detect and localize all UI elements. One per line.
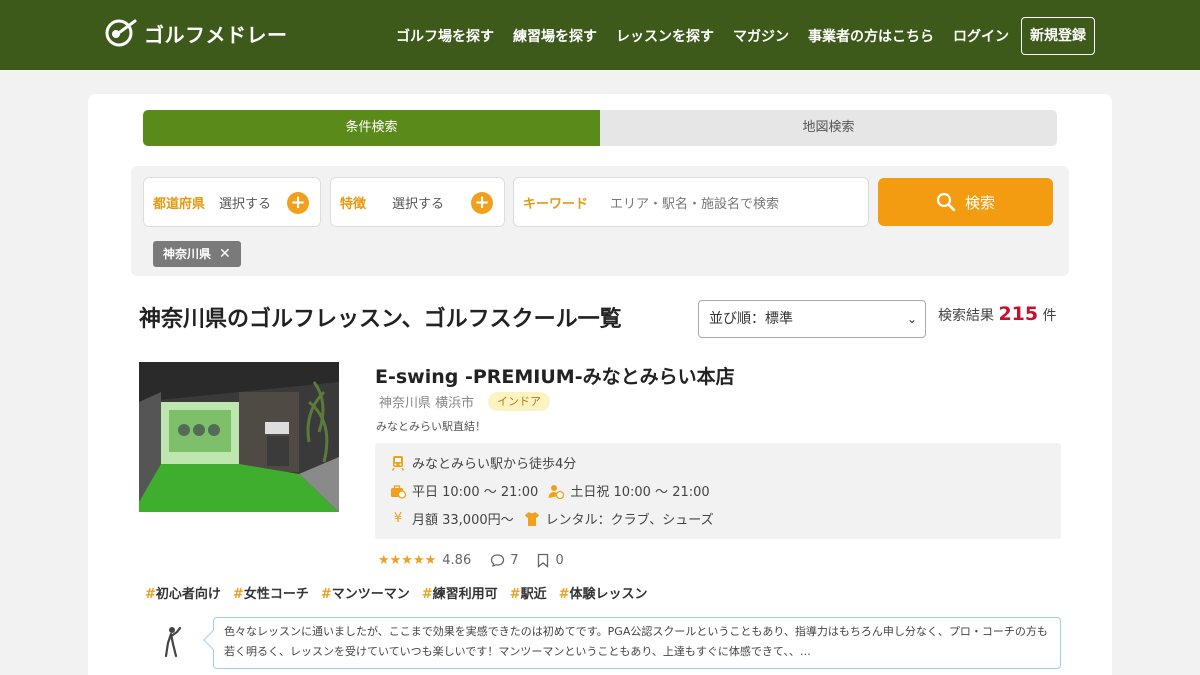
holiday-hours: 土日祝 10:00 〜 21:00 (570, 485, 710, 500)
result-count: 検索結果 215 件 (938, 303, 1057, 325)
user-clock-icon (548, 484, 565, 499)
feature-value: 選択する (392, 196, 445, 212)
chip-label: 神奈川県 (163, 247, 212, 261)
golfer-icon (164, 626, 182, 658)
feature-selector[interactable]: 特徴 選択する + (330, 177, 505, 227)
nav-driving-range[interactable]: 練習場を探す (513, 26, 597, 46)
keyword-field[interactable]: キーワード エリア・駅名・施設名で検索 (513, 177, 869, 227)
review-excerpt[interactable]: 色々なレッスンに通いましたが、ここまで効果を実感できたのは初めてです。PGA公認… (213, 617, 1061, 669)
tab-condition-search[interactable]: 条件検索 (143, 110, 600, 146)
chevron-down-icon: ⌄ (906, 312, 917, 326)
access-row: みなとみらい駅から徒歩4分 (390, 453, 576, 472)
golf-logo-icon (104, 18, 138, 48)
comment-count: 7 (510, 553, 519, 568)
feature-label: 特徴 (340, 196, 367, 212)
keyword-input[interactable]: エリア・駅名・施設名で検索 (610, 193, 779, 212)
tag-practice-available[interactable]: #練習利用可 (422, 583, 498, 602)
comment-icon (491, 554, 505, 568)
site-logo[interactable]: ゴルフメドレー (104, 17, 288, 49)
price-text: 月額 33,000円〜 (412, 513, 514, 528)
nav-business[interactable]: 事業者の方はこちら (808, 26, 934, 46)
selected-prefecture-chip: 神奈川県 ✕ (153, 241, 241, 267)
facility-catchphrase: みなとみらい駅直結！ (376, 420, 486, 433)
review-meta: ★★★★★ 4.86 7 0 (378, 553, 564, 568)
prefecture-selector[interactable]: 都道府県 選択する + (143, 177, 321, 227)
facility-photo[interactable] (139, 362, 339, 512)
feature-tags: #初心者向け #女性コーチ #マンツーマン #練習利用可 #駅近 #体験レッスン (145, 583, 660, 602)
tag-female-coach[interactable]: #女性コーチ (233, 583, 309, 602)
facility-location: 神奈川県 横浜市 (379, 396, 475, 411)
close-icon[interactable]: ✕ (219, 241, 231, 267)
search-button[interactable]: 検索 (878, 178, 1053, 226)
prefecture-label: 都道府県 (153, 196, 206, 212)
indoor-badge: インドア (488, 392, 550, 411)
shirt-icon (524, 511, 539, 526)
tag-beginner[interactable]: #初心者向け (145, 583, 221, 602)
nav-magazine[interactable]: マガジン (733, 26, 789, 46)
rating-stars: ★★★★★ (378, 553, 437, 568)
result-suffix: 件 (1042, 308, 1057, 324)
weekday-hours: 平日 10:00 〜 21:00 (412, 485, 539, 500)
nav-lessons[interactable]: レッスンを探す (616, 26, 714, 46)
tag-trial-lesson[interactable]: #体験レッスン (559, 583, 648, 602)
nav-login[interactable]: ログイン (953, 26, 1009, 46)
signup-button[interactable]: 新規登録 (1021, 17, 1095, 55)
bookmark-icon[interactable] (537, 553, 549, 568)
site-header: ゴルフメドレー ゴルフ場を探す 練習場を探す レッスンを探す マガジン 事業者の… (0, 0, 1200, 70)
train-icon (391, 455, 405, 471)
tab-map-search[interactable]: 地図検索 (600, 110, 1057, 146)
prefecture-value: 選択する (219, 196, 272, 212)
briefcase-clock-icon (391, 484, 406, 499)
bookmark-count: 0 (555, 553, 564, 568)
search-icon (936, 192, 956, 212)
hours-row: 平日 10:00 〜 21:00 土日祝 10:00 〜 21:00 (390, 481, 710, 500)
yen-icon: ¥ (393, 510, 403, 526)
tag-one-on-one[interactable]: #マンツーマン (321, 583, 410, 602)
facility-info-box: みなとみらい駅から徒歩4分 平日 10:00 〜 21:00 土日祝 10:00… (375, 443, 1061, 539)
plus-icon[interactable]: + (287, 192, 309, 214)
nav-golf-course[interactable]: ゴルフ場を探す (396, 26, 494, 46)
plus-icon[interactable]: + (471, 192, 493, 214)
search-tabs: 条件検索 地図検索 (143, 110, 1057, 146)
search-button-label: 検索 (964, 193, 995, 212)
access-text: みなとみらい駅から徒歩4分 (412, 457, 577, 472)
tag-near-station[interactable]: #駅近 (510, 583, 547, 602)
price-row: ¥ 月額 33,000円〜 レンタル：クラブ、シューズ (390, 509, 714, 529)
keyword-label: キーワード (523, 196, 589, 212)
sort-select[interactable]: 並び順：標準 ⌄ (698, 300, 926, 338)
result-number: 215 (998, 303, 1039, 325)
result-prefix: 検索結果 (938, 308, 994, 324)
rating-value: 4.86 (442, 553, 472, 568)
search-form: 都道府県 選択する + 特徴 選択する + キーワード エリア・駅名・施設名で検… (131, 166, 1069, 276)
logo-text: ゴルフメドレー (144, 22, 288, 47)
sort-value: 並び順：標準 (709, 311, 793, 327)
main-panel: 条件検索 地図検索 都道府県 選択する + 特徴 選択する + キーワード エリ… (88, 94, 1112, 675)
page-title: 神奈川県のゴルフレッスン、ゴルフスクール一覧 (139, 307, 622, 332)
rental-text: レンタル：クラブ、シューズ (545, 513, 714, 528)
facility-name[interactable]: E-swing -PREMIUM-みなとみらい本店 (375, 362, 735, 389)
main-nav: ゴルフ場を探す 練習場を探す レッスンを探す マガジン 事業者の方はこちら ログ… (377, 17, 1095, 55)
